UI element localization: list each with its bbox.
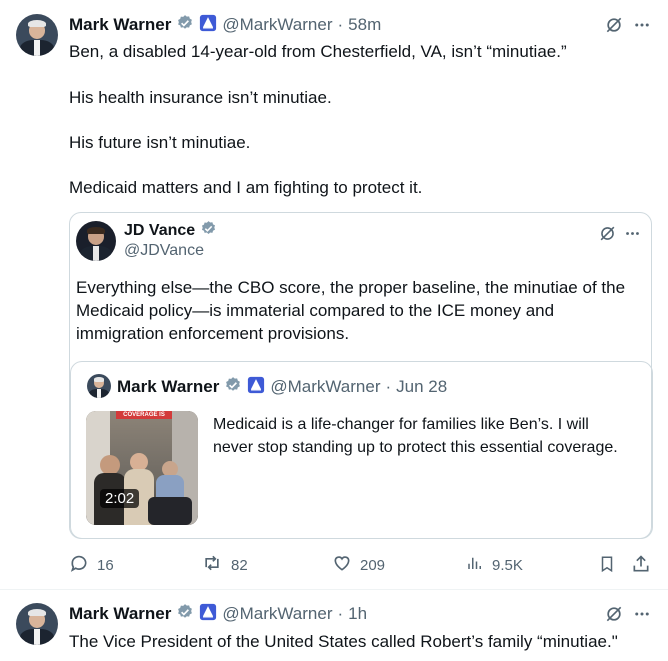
grok-icon[interactable] — [597, 223, 617, 243]
tweet-text-line: Medicaid matters and I am fighting to pr… — [69, 178, 423, 197]
like-icon — [332, 553, 352, 577]
more-icon[interactable] — [632, 14, 652, 36]
nested-quoted-tweet-card[interactable]: Mark Warner @MarkWarner · Jun 28 COVERAG… — [70, 361, 653, 539]
nested-tweet-text: Medicaid is a life-changer for families … — [213, 416, 618, 456]
avatar[interactable] — [76, 221, 116, 261]
tweet-text-line: His health insurance isn’t minutiae. — [69, 88, 332, 107]
tweet-divider — [0, 589, 668, 590]
reply-button[interactable]: 16 — [69, 553, 114, 577]
quoted-author-name[interactable]: JD Vance — [124, 222, 195, 240]
views-count: 9.5K — [492, 556, 523, 574]
reply-count: 16 — [97, 556, 114, 574]
bookmark-icon[interactable] — [597, 553, 617, 575]
grok-icon[interactable] — [603, 603, 625, 625]
reply-icon — [69, 553, 89, 577]
tweet-text-line: Ben, a disabled 14-year-old from Chester… — [69, 42, 567, 61]
views-icon — [466, 553, 484, 577]
video-duration: 2:02 — [100, 489, 140, 508]
quoted-author-handle[interactable]: @JDVance — [124, 242, 204, 260]
senate-badge-icon — [199, 603, 217, 626]
verified-badge-icon — [176, 603, 194, 626]
grok-icon[interactable] — [603, 14, 625, 36]
verified-badge-icon — [224, 376, 242, 399]
author-name[interactable]: Mark Warner — [69, 604, 171, 624]
tweet-text-line: His future isn’t minutiae. — [69, 133, 251, 152]
repost-button[interactable]: 82 — [201, 553, 248, 577]
timestamp[interactable]: 58m — [348, 15, 381, 35]
senate-badge-icon — [199, 14, 217, 37]
verified-badge-icon — [200, 220, 217, 242]
repost-count: 82 — [231, 556, 248, 574]
more-icon[interactable] — [632, 603, 652, 625]
separator-dot: · — [337, 15, 344, 34]
like-button[interactable]: 209 — [332, 553, 385, 577]
quoted-tweet-card[interactable]: JD Vance @JDVance Everything else—the CB… — [69, 212, 653, 539]
nested-date[interactable]: Jun 28 — [396, 377, 447, 397]
avatar[interactable] — [16, 603, 58, 645]
nested-author-name[interactable]: Mark Warner — [117, 377, 219, 397]
author-handle[interactable]: @MarkWarner — [222, 604, 332, 624]
share-icon[interactable] — [630, 553, 652, 575]
video-thumbnail[interactable]: COVERAGE IS 2:02 — [86, 411, 198, 525]
timestamp[interactable]: 1h — [348, 604, 367, 624]
avatar[interactable] — [16, 14, 58, 56]
video-banner: COVERAGE IS — [116, 411, 172, 419]
senate-badge-icon — [247, 376, 265, 399]
repost-icon — [201, 553, 223, 577]
views-button[interactable]: 9.5K — [466, 553, 523, 577]
verified-badge-icon — [176, 14, 194, 37]
author-handle[interactable]: @MarkWarner — [222, 15, 332, 35]
separator-dot: · — [337, 604, 344, 623]
avatar[interactable] — [87, 374, 111, 398]
tweet-text-line: The Vice President of the United States … — [69, 632, 618, 651]
like-count: 209 — [360, 556, 386, 574]
more-icon[interactable] — [622, 223, 642, 243]
separator-dot: · — [385, 377, 392, 396]
author-name[interactable]: Mark Warner — [69, 15, 171, 35]
quoted-tweet-text: Everything else—the CBO score, the prope… — [76, 278, 626, 343]
nested-author-handle[interactable]: @MarkWarner — [270, 377, 380, 397]
